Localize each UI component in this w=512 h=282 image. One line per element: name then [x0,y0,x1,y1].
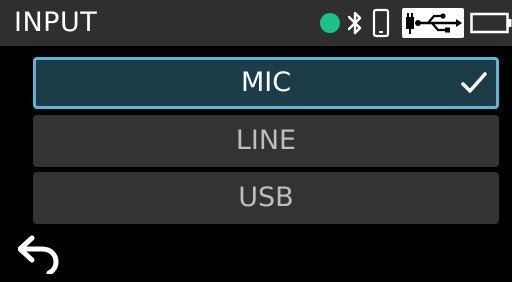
option-line-label: LINE [235,125,297,156]
page-title: INPUT [14,7,98,38]
option-line[interactable]: LINE [33,115,499,167]
option-mic-label: MIC [240,67,292,98]
phone-icon [372,8,390,38]
header-bar: INPUT [0,0,512,46]
battery-icon [470,8,512,38]
status-dot [320,13,340,33]
option-usb[interactable]: USB [33,172,499,224]
usb-plug-icon [402,8,464,38]
option-usb-label: USB [238,182,294,213]
bluetooth-icon [344,9,366,37]
check-icon [461,72,487,93]
back-button[interactable] [17,234,62,276]
option-mic[interactable]: MIC [33,57,499,109]
back-arrow-icon [17,235,59,276]
